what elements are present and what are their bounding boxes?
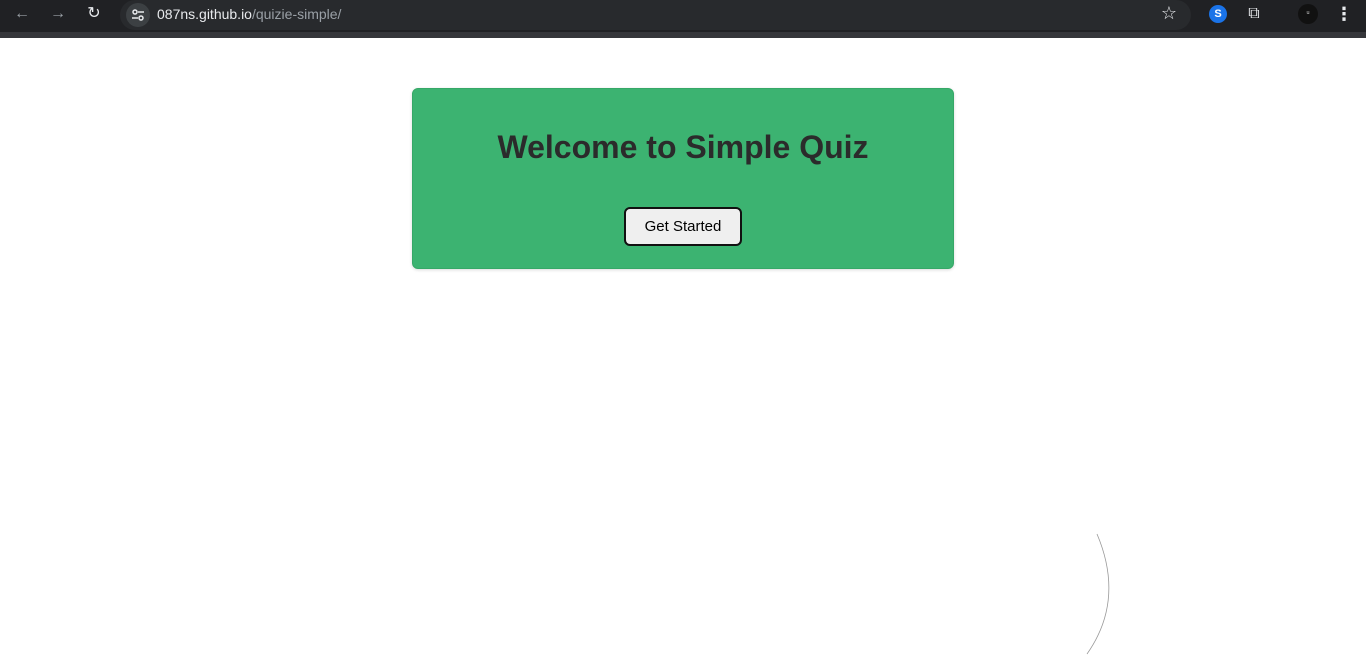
- address-bar[interactable]: 087ns.github.io/quizie-simple/ ☆: [120, 0, 1191, 30]
- bookmark-star-icon[interactable]: ☆: [1161, 4, 1177, 22]
- decorative-arc: [1086, 533, 1110, 655]
- shazam-extension-icon[interactable]: S: [1209, 5, 1227, 23]
- profile-avatar[interactable]: ᵘ: [1298, 4, 1318, 24]
- site-info-icon[interactable]: [126, 3, 150, 27]
- forward-icon[interactable]: →: [44, 3, 72, 25]
- toolbar-divider: [0, 32, 1366, 38]
- back-icon[interactable]: ←: [8, 3, 36, 25]
- url-text[interactable]: 087ns.github.io/quizie-simple/: [157, 6, 341, 22]
- reload-icon[interactable]: ↻: [80, 3, 108, 25]
- welcome-card: Welcome to Simple Quiz Get Started: [412, 88, 954, 269]
- browser-toolbar: ← → ↻ 087ns.github.io/quizie-simple/ ☆ S…: [0, 0, 1366, 38]
- get-started-button[interactable]: Get Started: [624, 207, 742, 246]
- url-path: /quizie-simple/: [251, 6, 342, 22]
- extensions-puzzle-icon[interactable]: ⧉: [1245, 5, 1263, 23]
- browser-menu-icon[interactable]: ⋮: [1334, 4, 1354, 24]
- welcome-title: Welcome to Simple Quiz: [497, 129, 869, 165]
- url-host: 087ns.github.io: [157, 6, 252, 22]
